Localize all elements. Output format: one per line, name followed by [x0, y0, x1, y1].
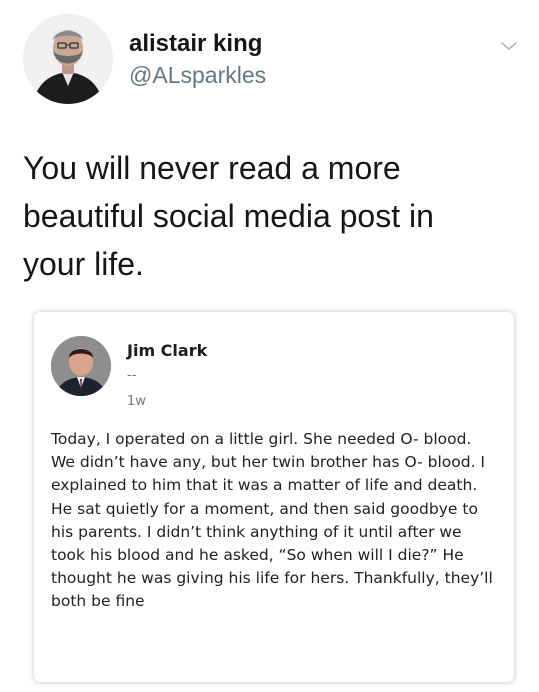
tweet-header: alistair king @ALsparkles	[23, 14, 523, 106]
display-name[interactable]: alistair king	[129, 30, 262, 58]
user-handle[interactable]: @ALsparkles	[129, 62, 266, 89]
chevron-down-icon[interactable]	[497, 34, 521, 58]
post-timestamp[interactable]: 1w	[127, 394, 146, 409]
quoted-post-card[interactable]: Jim Clark -- 1w Today, I operated on a l…	[34, 312, 514, 682]
quoted-author-name[interactable]: Jim Clark	[127, 341, 207, 360]
avatar[interactable]	[51, 336, 111, 396]
quoted-post-text: Today, I operated on a little girl. She …	[51, 430, 493, 611]
profile-photo-icon	[51, 336, 111, 396]
tweet-text: You will never read a more beautiful soc…	[23, 150, 434, 282]
quoted-author-subtitle: --	[127, 368, 137, 383]
avatar[interactable]	[23, 14, 113, 104]
profile-photo-icon	[23, 14, 113, 104]
